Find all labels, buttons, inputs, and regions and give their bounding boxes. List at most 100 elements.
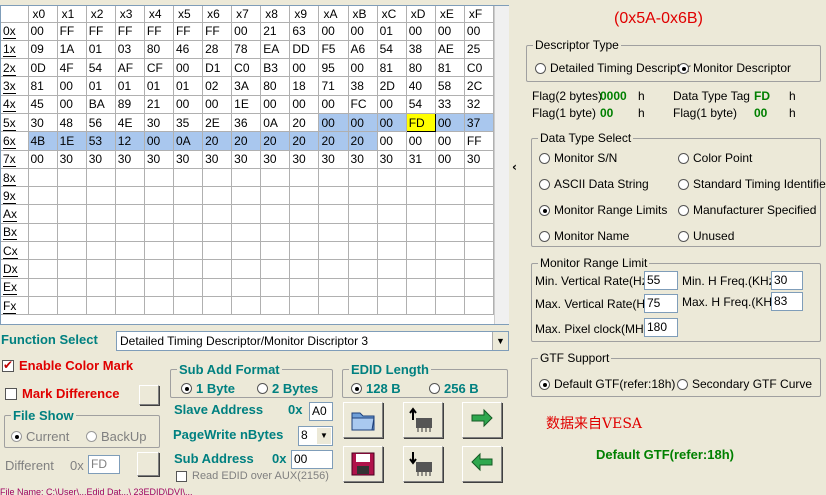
hex-cell[interactable]: 09 (28, 40, 58, 60)
radio-dot[interactable] (678, 204, 689, 216)
hex-cell[interactable] (464, 259, 495, 279)
min-vertical-rate-input[interactable]: 55 (644, 271, 678, 290)
hex-cell[interactable] (115, 223, 145, 243)
hex-cell[interactable] (464, 296, 495, 316)
hex-cell[interactable]: 30 (28, 113, 58, 133)
hex-cell[interactable]: EA (260, 40, 291, 60)
hex-cell[interactable] (231, 223, 262, 243)
hex-cell[interactable]: 00 (464, 22, 495, 41)
hex-cell[interactable]: 2E (202, 113, 233, 133)
hex-cell[interactable]: 54 (86, 58, 116, 78)
hex-cell[interactable]: 20 (348, 131, 378, 151)
hex-cell[interactable]: 30 (289, 150, 320, 169)
hex-cell[interactable]: 00 (28, 150, 58, 169)
secondary-gtf-radio[interactable]: Secondary GTF Curve (677, 377, 812, 391)
hex-cell[interactable]: AE (435, 40, 465, 60)
hex-cell[interactable] (173, 259, 204, 279)
hex-cell[interactable] (115, 278, 145, 297)
hex-cell[interactable]: A6 (348, 40, 378, 60)
radio-dot[interactable] (678, 62, 689, 74)
sub-add-1byte-radio[interactable]: 1 Byte (181, 381, 235, 396)
hex-cell[interactable] (115, 241, 145, 261)
hex-cell[interactable] (231, 278, 262, 297)
hex-cell[interactable]: 35 (173, 113, 204, 133)
hex-cell[interactable]: 45 (28, 95, 58, 114)
sub-add-2bytes-radio[interactable]: 2 Bytes (257, 381, 318, 396)
hex-cell[interactable] (86, 259, 116, 279)
hex-cell[interactable] (144, 168, 174, 188)
hex-cell[interactable]: 31 (406, 150, 436, 169)
radio-dot[interactable] (86, 431, 97, 442)
hex-cell[interactable]: 30 (464, 150, 495, 169)
file-show-backup-radio[interactable]: BackUp (86, 429, 147, 444)
hex-cell[interactable] (57, 278, 87, 297)
hex-cell[interactable]: 00 (406, 22, 436, 41)
hex-cell[interactable] (115, 296, 145, 316)
hex-cell[interactable]: 95 (318, 58, 349, 78)
hex-cell[interactable] (57, 186, 87, 206)
hex-cell[interactable]: FF (173, 22, 204, 41)
hex-cell[interactable]: 01 (377, 22, 407, 41)
hex-cell[interactable]: 00 (377, 131, 407, 151)
hex-cell[interactable]: 38 (406, 40, 436, 60)
hex-cell[interactable]: FF (202, 22, 233, 41)
hex-cell[interactable] (86, 223, 116, 243)
hex-cell[interactable] (435, 241, 465, 261)
hex-cell[interactable] (86, 278, 116, 297)
collapse-arrow-icon[interactable]: ‹ (512, 160, 517, 174)
hex-cell[interactable]: 00 (173, 58, 204, 78)
unused-radio[interactable]: Unused (678, 229, 734, 243)
checkbox-box[interactable] (176, 470, 187, 482)
hex-cell[interactable]: 81 (377, 58, 407, 78)
standard-timing-radio[interactable]: Standard Timing Identifier (678, 177, 826, 191)
hex-cell[interactable]: 00 (28, 22, 58, 41)
hex-grid[interactable]: x0 x1 x2 x3 x4 x5 x6 x7 x8 x9 xA xB xC xD xE xF 0x 00 FF F… (0, 5, 509, 325)
hex-cell[interactable]: 89 (115, 95, 145, 114)
hex-cell[interactable] (289, 223, 320, 243)
hex-cell[interactable]: 30 (202, 150, 233, 169)
hex-cell[interactable]: 00 (260, 95, 291, 114)
hex-cell[interactable] (435, 223, 465, 243)
hex-cell[interactable] (144, 278, 174, 297)
hex-cell[interactable]: 00 (348, 58, 378, 78)
hex-cell[interactable]: 20 (289, 113, 320, 133)
grid-scrollbar[interactable] (494, 6, 509, 324)
radio-dot[interactable] (11, 431, 22, 442)
hex-cell[interactable]: 30 (260, 150, 291, 169)
radio-dot[interactable] (181, 383, 192, 394)
read-chip-button[interactable] (403, 402, 443, 438)
hex-cell[interactable] (86, 241, 116, 261)
hex-cell[interactable] (464, 223, 495, 243)
hex-cell[interactable]: 0A (260, 113, 291, 133)
hex-cell[interactable] (28, 296, 58, 316)
hex-cell[interactable] (202, 186, 233, 206)
hex-cell[interactable]: DD (289, 40, 320, 60)
hex-cell[interactable] (231, 204, 262, 224)
file-show-current-radio[interactable]: Current (11, 429, 69, 444)
hex-cell[interactable]: 01 (144, 76, 174, 96)
hex-cell[interactable] (144, 223, 174, 243)
radio-dot[interactable] (351, 383, 362, 394)
radio-dot[interactable] (539, 152, 550, 164)
hex-cell[interactable] (318, 223, 349, 243)
hex-cell[interactable]: 30 (57, 150, 87, 169)
hex-cell[interactable] (318, 186, 349, 206)
hex-cell[interactable]: 21 (260, 22, 291, 41)
hex-cell[interactable] (318, 168, 349, 188)
hex-cell[interactable]: 46 (173, 40, 204, 60)
hex-cell[interactable] (260, 278, 291, 297)
hex-cell[interactable]: 00 (289, 58, 320, 78)
hex-cell[interactable] (377, 278, 407, 297)
hex-cell[interactable]: 53 (86, 131, 116, 151)
hex-cell[interactable] (318, 296, 349, 316)
hex-cell[interactable] (348, 204, 378, 224)
hex-cell[interactable] (406, 186, 436, 206)
sub-address-input[interactable]: 00 (291, 450, 333, 469)
hex-cell[interactable] (318, 259, 349, 279)
hex-cell[interactable]: C0 (231, 58, 262, 78)
mark-difference-button[interactable] (139, 385, 159, 405)
hex-cell[interactable] (57, 259, 87, 279)
hex-cell[interactable] (202, 278, 233, 297)
color-point-radio[interactable]: Color Point (678, 151, 752, 165)
hex-cell[interactable] (464, 204, 495, 224)
